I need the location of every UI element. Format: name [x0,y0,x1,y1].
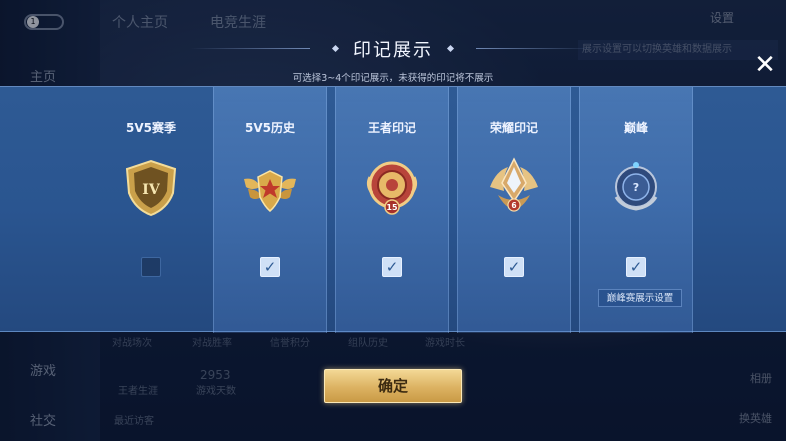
season-shield-icon: IV [125,159,177,217]
emblem-title: 巅峰 [623,121,648,135]
dialog-header: 印记展示 [0,36,786,62]
dialog-title: 印记展示 [353,40,433,61]
emblem-title: 王者印记 [367,121,416,135]
diamond-icon [331,44,340,53]
emblem-column-season[interactable]: 5V5赛季 IV [94,87,208,333]
checkbox-king[interactable]: ✓ [382,257,402,277]
emblem-title: 荣耀印记 [489,121,538,135]
emblem-title: 5V5历史 [245,121,295,135]
peak-display-settings-button[interactable]: 巅峰赛展示设置 [598,289,682,307]
honor-badge-text: 6 [511,201,516,210]
season-badge-text: IV [142,182,161,198]
king-badge-text: 15 [386,203,398,212]
checkbox-history[interactable]: ✓ [260,257,280,277]
peak-badge-text: ? [633,181,639,194]
emblem-title: 5V5赛季 [126,121,176,135]
king-emblem-icon: 15 [366,161,418,215]
peak-emblem-icon: ? [614,162,658,211]
dialog-title-box: 印记展示 [327,36,459,62]
honor-emblem-icon: 6 [490,157,538,212]
confirm-button[interactable]: 确定 [324,369,462,403]
close-icon[interactable]: ✕ [752,52,778,78]
checkbox-season[interactable] [141,257,161,277]
emblem-column-honor[interactable]: 荣耀印记 6 ✓ [457,87,571,333]
history-wings-icon [244,170,296,212]
emblem-column-king[interactable]: 王者印记 15 ✓ [335,87,449,333]
dialog-subtitle: 可选择3~4个印记展示，未获得的印记将不展示 [292,73,494,84]
emblem-column-history[interactable]: 5V5历史 ✓ [213,87,327,333]
checkbox-peak[interactable]: ✓ [626,257,646,277]
checkbox-honor[interactable]: ✓ [504,257,524,277]
diamond-icon [446,44,455,53]
